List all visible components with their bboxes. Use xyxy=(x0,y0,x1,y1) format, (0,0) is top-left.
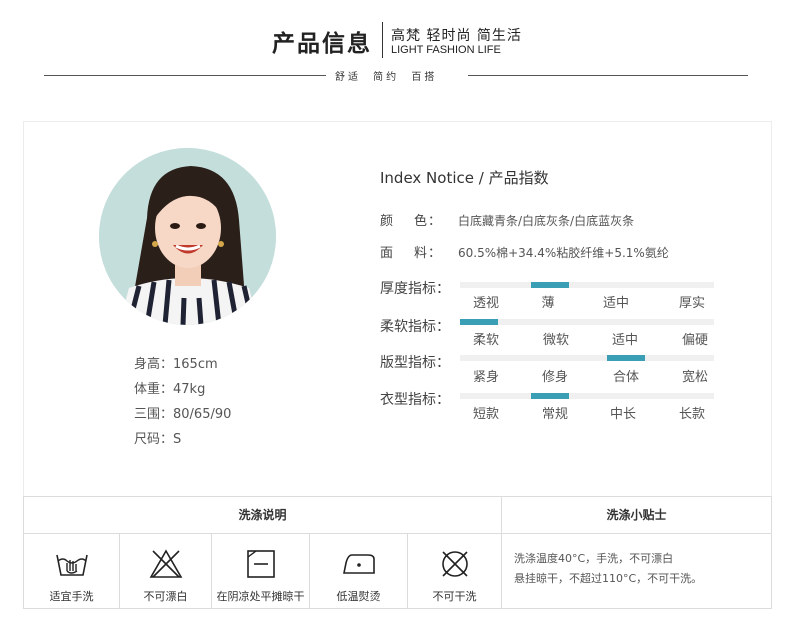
thickness-option: 透视 xyxy=(472,296,499,311)
softness-option: 微软 xyxy=(542,333,569,348)
care-instructions-header: 洗涤说明 xyxy=(24,497,502,534)
color-row: 颜色： 白底藏青条/白底灰条/白底蓝灰条 xyxy=(380,210,634,229)
header-tagline: 舒适 简约 百搭 xyxy=(335,72,438,83)
model-weight: 体重：47kg xyxy=(134,382,206,397)
softness-option: 偏硬 xyxy=(681,333,708,348)
model-portrait-icon xyxy=(99,148,276,325)
fit-option: 紧身 xyxy=(472,370,499,385)
care-item-label: 不可干洗 xyxy=(432,590,477,603)
header-rule-right xyxy=(468,75,748,76)
length-label: 衣型指标： xyxy=(380,392,450,408)
material-value: 60.5%棉+34.4%粘胶纤维+5.1%氨纶 xyxy=(458,246,669,260)
care-item: 低温熨烫 xyxy=(310,534,408,609)
model-photo xyxy=(99,148,276,325)
care-item: 适宜手洗 xyxy=(24,534,120,609)
model-measurements: 三围：80/65/90 xyxy=(134,407,232,422)
thickness-option: 薄 xyxy=(541,296,555,311)
softness-track xyxy=(460,319,714,325)
care-tips: 洗涤温度40°C，手洗，不可漂白 悬挂晾干，不超过110°C，不可干洗。 xyxy=(514,549,702,589)
header-rule-left xyxy=(44,75,326,76)
thickness-label: 厚度指标： xyxy=(380,281,450,297)
fit-track xyxy=(460,355,714,361)
length-indicator xyxy=(531,393,569,399)
fit-label: 版型指标： xyxy=(380,355,450,371)
model-size: 尺码：S xyxy=(134,432,182,447)
softness-option: 柔软 xyxy=(472,333,499,348)
shade-dry-flat-icon xyxy=(246,550,275,578)
no-dry-clean-icon xyxy=(441,551,468,577)
header-divider xyxy=(382,22,383,58)
softness-option: 适中 xyxy=(611,333,638,348)
care-item: 不可漂白 xyxy=(120,534,212,609)
no-bleach-icon xyxy=(149,549,182,578)
low-iron-icon xyxy=(342,554,375,574)
care-item-label: 不可漂白 xyxy=(143,590,188,603)
fit-option: 宽松 xyxy=(681,370,708,385)
color-value: 白底藏青条/白底灰条/白底蓝灰条 xyxy=(458,214,635,228)
length-option: 短款 xyxy=(472,407,499,422)
model-stats: 身高：165cm 体重：47kg 三围：80/65/90 尺码：S xyxy=(134,352,231,452)
length-option: 常规 xyxy=(541,407,568,422)
care-item-label: 低温熨烫 xyxy=(336,590,381,603)
fit-indicator xyxy=(607,355,645,361)
length-option: 中长 xyxy=(609,407,636,422)
index-title: Index Notice / 产品指数 xyxy=(380,169,549,187)
thickness-indicator xyxy=(531,282,569,288)
care-item-label: 适宜手洗 xyxy=(49,590,94,603)
length-track xyxy=(460,393,714,399)
thickness-option: 厚实 xyxy=(678,296,705,311)
softness-indicator xyxy=(460,319,498,325)
care-tip-line: 洗涤温度40°C，手洗，不可漂白 xyxy=(514,552,674,565)
care-item: 不可干洗 xyxy=(408,534,502,609)
care-item-label: 在阴凉处平摊晾干 xyxy=(216,590,305,603)
page-title: 产品信息 xyxy=(272,31,372,57)
fit-option: 修身 xyxy=(541,370,568,385)
material-label: 面料： xyxy=(380,246,443,261)
care-item: 在阴凉处平摊晾干 xyxy=(212,534,310,609)
care-tip-line: 悬挂晾干，不超过110°C，不可干洗。 xyxy=(514,572,703,585)
brand-slogan: 高梵 轻时尚 简生活 xyxy=(391,28,522,44)
brand-slogan-en: LIGHT FASHION LIFE xyxy=(391,44,501,56)
care-tips-header: 洗涤小贴士 xyxy=(502,497,771,534)
thickness-track xyxy=(460,282,714,288)
model-height: 身高：165cm xyxy=(134,357,218,372)
thickness-option: 适中 xyxy=(602,296,629,311)
length-option: 长款 xyxy=(678,407,705,422)
material-row: 面料： 60.5%棉+34.4%粘胶纤维+5.1%氨纶 xyxy=(380,242,669,261)
softness-label: 柔软指标： xyxy=(380,319,450,335)
fit-option: 合体 xyxy=(612,370,639,385)
hand-wash-icon xyxy=(55,554,88,576)
color-label: 颜色： xyxy=(380,214,443,229)
